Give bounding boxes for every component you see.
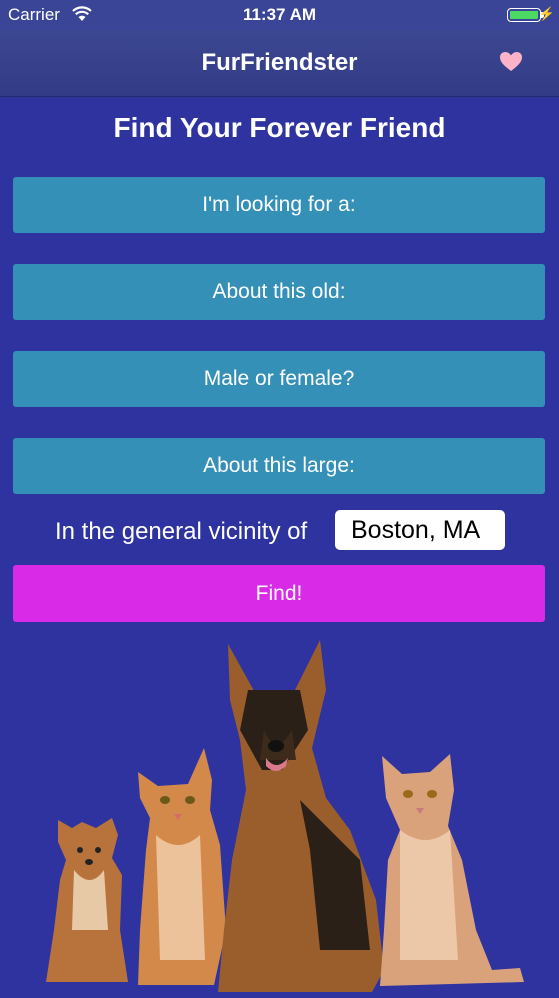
heart-icon[interactable] [499, 50, 523, 74]
page-title: Find Your Forever Friend [113, 112, 446, 143]
animal-type-button[interactable]: I'm looking for a: [13, 177, 545, 233]
age-button[interactable]: About this old: [13, 264, 545, 320]
orange-cat-illustration [138, 748, 226, 985]
gender-button[interactable]: Male or female? [13, 351, 545, 407]
app-title: FurFriendster [201, 49, 358, 76]
location-input[interactable] [335, 510, 505, 550]
status-bar: Carrier 11:37 AM ⚡ [0, 0, 559, 30]
cream-cat-illustration [380, 754, 524, 986]
charging-bolt-icon: ⚡ [538, 6, 555, 21]
vicinity-row: In the general vicinity of [0, 510, 559, 550]
small-dog-illustration [46, 818, 128, 982]
find-button[interactable]: Find! [13, 565, 545, 622]
battery-icon [507, 8, 541, 22]
german-shepherd-illustration [218, 640, 384, 992]
vicinity-label: In the general vicinity of [55, 518, 308, 545]
navigation-bar: FurFriendster [0, 30, 559, 97]
status-time: 11:37 AM [242, 5, 317, 24]
pets-image [46, 640, 524, 992]
size-button[interactable]: About this large: [13, 438, 545, 494]
